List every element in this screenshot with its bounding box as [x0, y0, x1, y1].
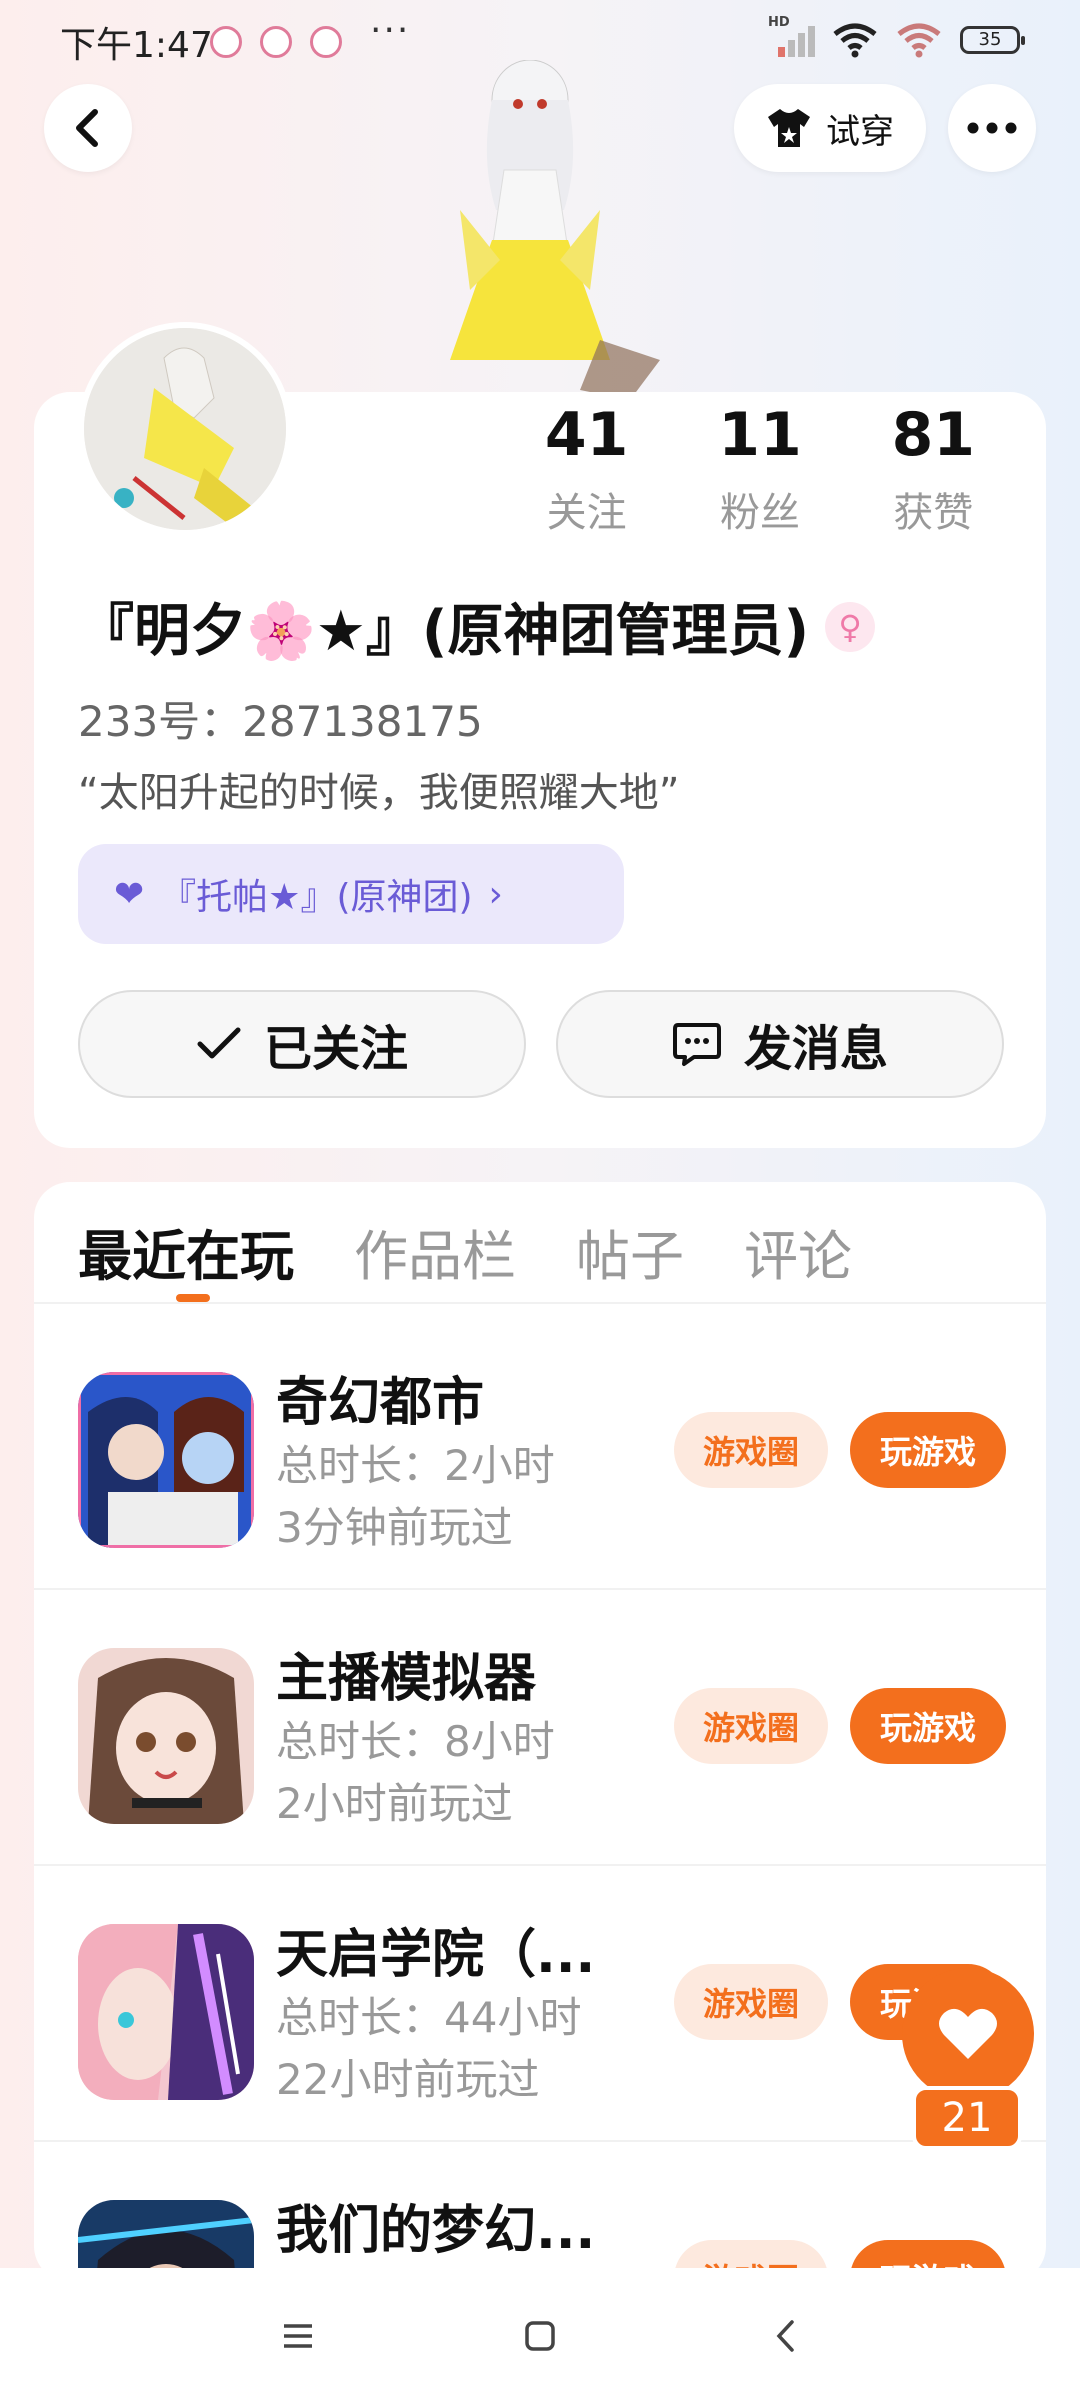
game-last-played: 22小时前玩过	[276, 2055, 540, 2104]
stat-value: 11	[718, 400, 802, 470]
notification-app-icon	[210, 26, 242, 58]
stat-likes[interactable]: 81 获赞	[847, 400, 1020, 538]
tab-recently-played[interactable]: 最近在玩	[78, 1212, 294, 1291]
back-button[interactable]	[44, 84, 132, 172]
character-figure-image	[450, 60, 660, 400]
game-circle-button[interactable]: 游戏圈	[674, 1688, 828, 1764]
wifi-hotspot-icon	[897, 23, 941, 58]
stat-label: 获赞	[893, 490, 974, 536]
stat-label: 关注	[546, 490, 627, 536]
game-total-duration: 总时长：8小时	[276, 1717, 555, 1766]
send-message-label: 发消息	[743, 1021, 888, 1077]
back-icon[interactable]	[756, 2306, 816, 2366]
game-circle-button[interactable]: 游戏圈	[674, 1964, 828, 2040]
tab-works[interactable]: 作品栏	[354, 1212, 516, 1291]
like-circle	[902, 1968, 1034, 2100]
group-link[interactable]: ❤ 『托帕★』(原神团) ›	[78, 844, 624, 944]
following-button[interactable]: 已关注	[78, 990, 526, 1098]
menu-icon[interactable]	[268, 2306, 328, 2366]
system-navigation-bar	[0, 2268, 1080, 2400]
group-label: 『托帕★』(原神团)	[160, 877, 473, 918]
game-icon	[78, 1648, 254, 1824]
like-count: 21	[912, 2086, 1022, 2150]
like-floating-button[interactable]: 21	[900, 1968, 1076, 2158]
tab-posts[interactable]: 帖子	[576, 1212, 684, 1291]
play-game-button[interactable]: 玩游戏	[850, 1688, 1006, 1764]
game-total-duration: 总时长：44小时	[276, 1993, 582, 2042]
game-title: 奇幻都市	[276, 1373, 485, 1433]
stat-value: 41	[544, 400, 629, 470]
stat-following[interactable]: 41 关注	[500, 400, 673, 538]
stat-followers[interactable]: 11 粉丝	[673, 400, 846, 538]
try-on-button[interactable]: 试穿	[734, 84, 926, 172]
avatar-image	[84, 328, 286, 530]
stat-label: 粉丝	[719, 490, 800, 536]
notification-app-icon	[260, 26, 292, 58]
wifi-icon	[833, 23, 877, 58]
game-total-duration: 总时长：2小时	[276, 1441, 555, 1490]
try-on-label: 试穿	[826, 111, 894, 152]
game-last-played: 2小时前玩过	[276, 1779, 513, 1828]
cellular-signal-icon: HD	[768, 15, 815, 57]
game-list-item[interactable]: 主播模拟器 总时长：8小时 2小时前玩过 游戏圈 玩游戏	[34, 1580, 1046, 1856]
chevron-right-icon: ›	[488, 873, 503, 915]
battery-icon: 35	[960, 26, 1025, 54]
game-title: 我们的梦幻...	[276, 2201, 596, 2261]
more-options-button[interactable]	[948, 84, 1036, 172]
game-icon	[78, 1372, 254, 1548]
following-label: 已关注	[263, 1021, 408, 1077]
stat-value: 81	[891, 400, 976, 470]
chevron-left-icon	[76, 109, 98, 147]
username-row: 『明夕🌸★』(原神团管理员) ♀	[78, 586, 876, 667]
game-cover-image	[78, 1924, 254, 2100]
home-icon[interactable]	[510, 2306, 570, 2366]
double-heart-icon: ❤	[114, 873, 145, 915]
more-notifications-icon: ···	[370, 10, 411, 51]
heart-icon	[939, 2008, 997, 2059]
profile-tabs: 最近在玩 作品栏 帖子 评论	[78, 1212, 852, 1291]
game-title: 主播模拟器	[276, 1649, 537, 1709]
game-circle-button[interactable]: 游戏圈	[674, 1412, 828, 1488]
game-list-item[interactable]: 奇幻都市 总时长：2小时 3分钟前玩过 游戏圈 玩游戏	[34, 1304, 1046, 1580]
chat-bubble-icon	[672, 1023, 721, 1066]
username: 『明夕🌸★』(原神团管理员)	[78, 599, 810, 664]
game-last-played: 3分钟前玩过	[276, 1503, 513, 1552]
checkmark-icon	[197, 1027, 241, 1059]
game-cover-image	[78, 1648, 254, 1824]
active-tab-indicator	[176, 1294, 210, 1302]
tab-comments[interactable]: 评论	[744, 1212, 852, 1291]
send-message-button[interactable]: 发消息	[556, 990, 1004, 1098]
tshirt-icon	[768, 109, 810, 147]
female-gender-icon: ♀	[825, 601, 876, 652]
game-title: 天启学院（...	[276, 1925, 596, 1985]
user-bio: “太阳升起的时候，我便照耀大地”	[78, 770, 680, 816]
avatar[interactable]	[78, 322, 292, 536]
game-cover-image	[78, 1372, 254, 1548]
notification-app-icon	[310, 26, 342, 58]
status-time: 下午1:47	[60, 25, 213, 66]
more-dots-icon	[967, 122, 1017, 134]
profile-stats: 41 关注 11 粉丝 81 获赞	[500, 400, 1020, 538]
user-id: 233号：287138175	[78, 697, 483, 746]
play-game-button[interactable]: 玩游戏	[850, 1412, 1006, 1488]
game-icon	[78, 1924, 254, 2100]
game-list-item[interactable]: 我们的梦幻... 游戏圈 玩游戏	[34, 2132, 1046, 2282]
recent-games-card: 最近在玩 作品栏 帖子 评论 奇幻都市 总时长：2小时 3分钟前玩过 游戏圈 玩…	[34, 1182, 1046, 2282]
game-list-item[interactable]: 天启学院（... 总时长：44小时 22小时前玩过 游戏圈 玩游戏	[34, 1856, 1046, 2132]
network-type-label: HD	[768, 15, 790, 30]
